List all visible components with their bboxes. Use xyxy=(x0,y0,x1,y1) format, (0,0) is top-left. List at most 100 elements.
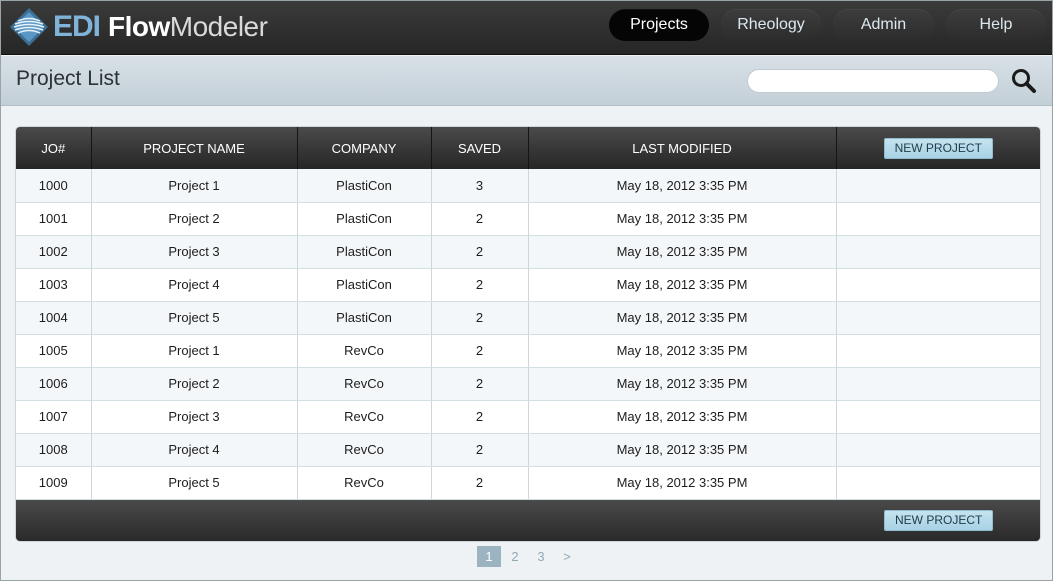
cell-jo: 1002 xyxy=(16,235,92,269)
cell-last-modified: May 18, 2012 3:35 PM xyxy=(528,202,837,236)
column-header-project-name[interactable]: PROJECT NAME xyxy=(90,127,298,169)
table-row[interactable]: 1009 Project 5 RevCo 2 May 18, 2012 3:35… xyxy=(16,466,1040,500)
cell-actions xyxy=(836,433,1040,467)
table-row[interactable]: 1005 Project 1 RevCo 2 May 18, 2012 3:35… xyxy=(16,334,1040,368)
cell-company: PlastiCon xyxy=(297,301,432,335)
cell-project-name: Project 5 xyxy=(91,466,298,500)
cell-jo: 1005 xyxy=(16,334,92,368)
cell-company: PlastiCon xyxy=(297,202,432,236)
table-header-row: JO# PROJECT NAME COMPANY SAVED LAST MODI… xyxy=(16,127,1040,169)
cell-saved: 2 xyxy=(431,367,529,401)
cell-last-modified: May 18, 2012 3:35 PM xyxy=(528,235,837,269)
cell-actions xyxy=(836,268,1040,302)
cell-project-name: Project 2 xyxy=(91,367,298,401)
nav-rheology[interactable]: Rheology xyxy=(721,9,821,41)
cell-company: PlastiCon xyxy=(297,169,432,203)
cell-saved: 2 xyxy=(431,202,529,236)
column-header-company[interactable]: COMPANY xyxy=(296,127,432,169)
cell-company: PlastiCon xyxy=(297,268,432,302)
search-icon[interactable] xyxy=(1009,66,1039,96)
nav-help[interactable]: Help xyxy=(946,9,1046,41)
cell-company: RevCo xyxy=(297,334,432,368)
table-row[interactable]: 1004 Project 5 PlastiCon 2 May 18, 2012 … xyxy=(16,301,1040,335)
pagination: 1 2 3 > xyxy=(477,546,581,567)
table-row[interactable]: 1000 Project 1 PlastiCon 3 May 18, 2012 … xyxy=(16,169,1040,203)
logo-edi-text: EDI xyxy=(53,10,101,43)
cell-last-modified: May 18, 2012 3:35 PM xyxy=(528,433,837,467)
cell-saved: 2 xyxy=(431,334,529,368)
cell-actions xyxy=(836,400,1040,434)
column-header-jo[interactable]: JO# xyxy=(16,127,92,169)
cell-company: RevCo xyxy=(297,466,432,500)
table-body: 1000 Project 1 PlastiCon 3 May 18, 2012 … xyxy=(16,169,1040,500)
cell-company: RevCo xyxy=(297,400,432,434)
logo-modeler-text: Modeler xyxy=(169,11,268,42)
cell-actions xyxy=(836,334,1040,368)
table-footer: NEW PROJECT xyxy=(16,500,1040,541)
page-title: Project List xyxy=(16,67,120,90)
project-table: JO# PROJECT NAME COMPANY SAVED LAST MODI… xyxy=(16,127,1040,500)
cell-project-name: Project 3 xyxy=(91,400,298,434)
cell-last-modified: May 18, 2012 3:35 PM xyxy=(528,466,837,500)
cell-actions xyxy=(836,301,1040,335)
cell-actions xyxy=(836,466,1040,500)
cell-saved: 2 xyxy=(431,400,529,434)
cell-actions xyxy=(836,367,1040,401)
table-row[interactable]: 1008 Project 4 RevCo 2 May 18, 2012 3:35… xyxy=(16,433,1040,467)
column-header-last-modified[interactable]: LAST MODIFIED xyxy=(527,127,837,169)
app-logo[interactable]: EDI Flow Modeler xyxy=(9,7,268,47)
cell-company: PlastiCon xyxy=(297,235,432,269)
cell-saved: 2 xyxy=(431,235,529,269)
cell-actions xyxy=(836,235,1040,269)
page-link-1[interactable]: 1 xyxy=(477,546,501,567)
cell-jo: 1007 xyxy=(16,400,92,434)
cell-project-name: Project 2 xyxy=(91,202,298,236)
cell-project-name: Project 1 xyxy=(91,334,298,368)
cell-last-modified: May 18, 2012 3:35 PM xyxy=(528,400,837,434)
cell-company: RevCo xyxy=(297,433,432,467)
main-nav: Projects Rheology Admin Help xyxy=(597,9,1046,41)
table-row[interactable]: 1007 Project 3 RevCo 2 May 18, 2012 3:35… xyxy=(16,400,1040,434)
search-input[interactable] xyxy=(747,69,999,93)
cell-last-modified: May 18, 2012 3:35 PM xyxy=(528,301,837,335)
cell-saved: 3 xyxy=(431,169,529,203)
cell-jo: 1004 xyxy=(16,301,92,335)
cell-saved: 2 xyxy=(431,301,529,335)
cell-project-name: Project 1 xyxy=(91,169,298,203)
cell-last-modified: May 18, 2012 3:35 PM xyxy=(528,334,837,368)
table-row[interactable]: 1003 Project 4 PlastiCon 2 May 18, 2012 … xyxy=(16,268,1040,302)
diamond-logo-icon xyxy=(10,8,48,46)
cell-project-name: Project 5 xyxy=(91,301,298,335)
cell-jo: 1008 xyxy=(16,433,92,467)
top-navigation-bar: EDI Flow Modeler Projects Rheology Admin … xyxy=(1,1,1052,55)
new-project-button-bottom[interactable]: NEW PROJECT xyxy=(884,510,994,531)
cell-company: RevCo xyxy=(297,367,432,401)
cell-saved: 2 xyxy=(431,268,529,302)
nav-admin[interactable]: Admin xyxy=(833,9,934,41)
page-header: Project List xyxy=(1,56,1052,106)
cell-jo: 1000 xyxy=(16,169,92,203)
cell-jo: 1009 xyxy=(16,466,92,500)
cell-last-modified: May 18, 2012 3:35 PM xyxy=(528,169,837,203)
cell-saved: 2 xyxy=(431,433,529,467)
cell-last-modified: May 18, 2012 3:35 PM xyxy=(528,268,837,302)
cell-saved: 2 xyxy=(431,466,529,500)
cell-project-name: Project 3 xyxy=(91,235,298,269)
column-header-saved[interactable]: SAVED xyxy=(430,127,529,169)
table-row[interactable]: 1002 Project 3 PlastiCon 2 May 18, 2012 … xyxy=(16,235,1040,269)
table-row[interactable]: 1006 Project 2 RevCo 2 May 18, 2012 3:35… xyxy=(16,367,1040,401)
nav-projects[interactable]: Projects xyxy=(609,9,709,41)
project-table-panel: JO# PROJECT NAME COMPANY SAVED LAST MODI… xyxy=(16,127,1040,541)
new-project-button-top[interactable]: NEW PROJECT xyxy=(883,137,993,159)
next-page-link[interactable]: > xyxy=(555,546,579,567)
cell-last-modified: May 18, 2012 3:35 PM xyxy=(528,367,837,401)
cell-jo: 1006 xyxy=(16,367,92,401)
table-row[interactable]: 1001 Project 2 PlastiCon 2 May 18, 2012 … xyxy=(16,202,1040,236)
page-link-3[interactable]: 3 xyxy=(529,546,553,567)
cell-project-name: Project 4 xyxy=(91,433,298,467)
column-header-actions: NEW PROJECT xyxy=(835,127,1040,169)
logo-flow-text: Flow xyxy=(108,11,170,42)
cell-actions xyxy=(836,169,1040,203)
page-link-2[interactable]: 2 xyxy=(503,546,527,567)
cell-project-name: Project 4 xyxy=(91,268,298,302)
